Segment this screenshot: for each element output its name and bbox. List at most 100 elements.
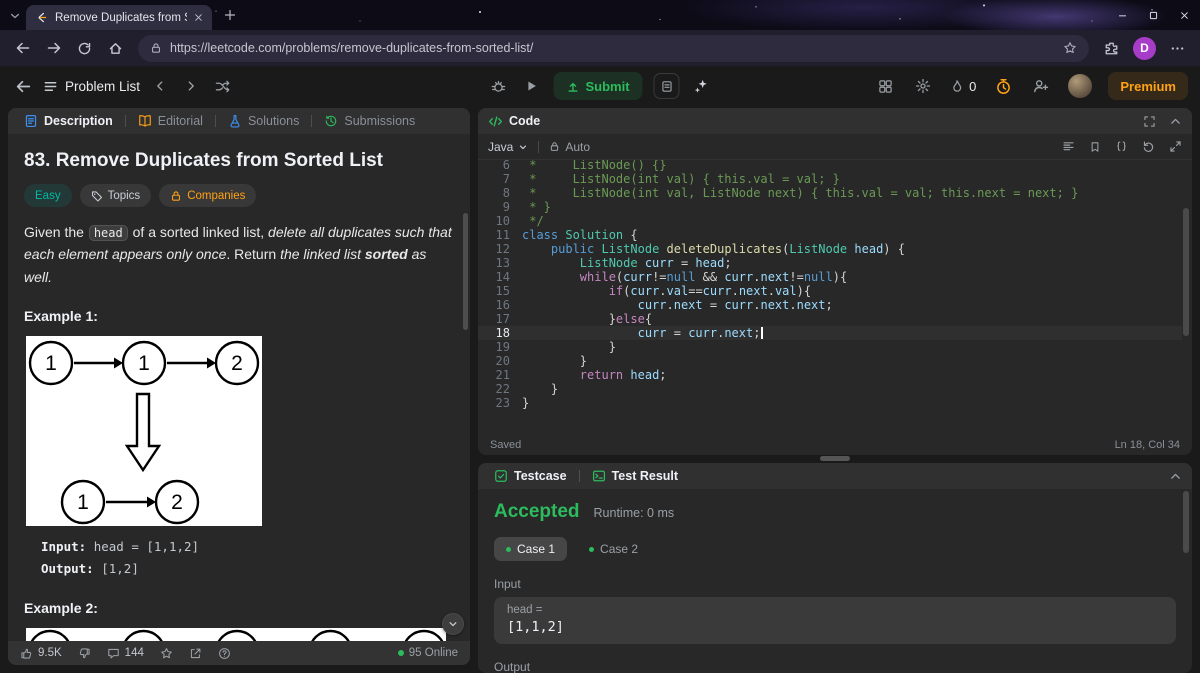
case-passed-dot — [506, 546, 511, 552]
notes-button[interactable] — [653, 73, 680, 99]
code-line-content: } — [522, 340, 616, 354]
auto-format-toggle[interactable]: Auto — [549, 140, 590, 154]
code-line-22[interactable]: 22 } — [478, 382, 1182, 396]
browser-home-button[interactable] — [101, 34, 130, 63]
topics-badge[interactable]: Topics — [79, 184, 152, 207]
browser-tab[interactable]: Remove Duplicates from Sorted — [26, 5, 212, 30]
tab-search-icon[interactable] — [9, 10, 21, 22]
code-line-23[interactable]: 23} — [478, 396, 1182, 410]
panel-resize-handle[interactable] — [820, 456, 850, 461]
run-icon[interactable] — [520, 75, 542, 97]
tab-close-icon[interactable] — [194, 13, 203, 22]
url-bar[interactable]: https://leetcode.com/problems/remove-dup… — [138, 34, 1089, 62]
window-close-button[interactable] — [1169, 0, 1200, 30]
timer-icon[interactable] — [992, 75, 1014, 97]
back-arrow-icon[interactable] — [12, 75, 34, 97]
maximize-editor-icon[interactable] — [1169, 140, 1182, 153]
divider — [538, 140, 540, 153]
code-line-13[interactable]: 13 ListNode curr = head; — [478, 256, 1182, 270]
window-minimize-button[interactable] — [1107, 0, 1138, 30]
browser-back-button[interactable] — [8, 34, 37, 63]
braces-icon[interactable] — [1115, 140, 1128, 153]
window-maximize-button[interactable] — [1138, 0, 1169, 30]
settings-gear-icon[interactable] — [912, 75, 934, 97]
lock-icon — [551, 142, 559, 151]
code-line-18[interactable]: 18 curr = curr.next; — [478, 326, 1182, 340]
favorite-page-icon[interactable] — [1063, 41, 1077, 55]
browser-forward-button[interactable] — [39, 34, 68, 63]
testcase-input-box[interactable]: head = [1,1,2] — [494, 597, 1176, 644]
tab-editorial[interactable]: Editorial — [132, 114, 209, 128]
star-icon — [161, 647, 172, 658]
premium-button[interactable]: Premium — [1108, 72, 1188, 100]
line-number: 17 — [495, 312, 510, 326]
code-line-content: if(curr.val==curr.next.val){ — [608, 284, 812, 298]
collapse-test-panel-icon[interactable] — [1169, 470, 1182, 483]
code-line-21[interactable]: 21 return head; — [478, 368, 1182, 382]
star-button[interactable] — [160, 647, 173, 660]
share-button[interactable] — [189, 647, 202, 660]
code-line-15[interactable]: 15 if(curr.val==curr.next.val){ — [478, 284, 1182, 298]
description-content[interactable]: 83. Remove Duplicates from Sorted List E… — [8, 134, 470, 641]
profile-initial: D — [1140, 41, 1149, 55]
comment-count: 144 — [124, 647, 144, 659]
problem-list-button[interactable]: Problem List — [43, 79, 140, 94]
format-code-icon[interactable] — [1062, 140, 1075, 153]
scroll-down-button[interactable] — [442, 613, 464, 635]
tab-description[interactable]: Description — [18, 114, 119, 128]
tab-test-result[interactable]: Test Result — [586, 469, 684, 483]
user-avatar[interactable] — [1068, 74, 1093, 98]
comments-button[interactable]: 144 — [107, 647, 144, 660]
code-line-9[interactable]: 9 * } — [478, 200, 1182, 214]
extensions-icon[interactable] — [1097, 34, 1126, 63]
browser-menu-icon[interactable] — [1163, 34, 1192, 63]
code-line-8[interactable]: 8 * ListNode(int val, ListNode next) { t… — [478, 186, 1182, 200]
line-number: 12 — [495, 242, 510, 256]
code-line-17[interactable]: 17 }else{ — [478, 312, 1182, 326]
code-line-11[interactable]: 11 class Solution { — [478, 228, 1182, 242]
case-2-tab[interactable]: Case 2 — [577, 537, 650, 561]
collapse-panel-icon[interactable] — [1169, 115, 1182, 128]
code-line-14[interactable]: 14 while(curr!=null && curr.next!=null){ — [478, 270, 1182, 284]
tab-submissions[interactable]: Submissions — [318, 114, 421, 128]
testcase-tab-label: Testcase — [514, 469, 567, 483]
language-selector[interactable]: Java — [488, 140, 528, 154]
companies-badge[interactable]: Companies — [159, 184, 257, 207]
new-tab-icon[interactable] — [224, 9, 236, 21]
code-line-10[interactable]: 10 */ — [478, 214, 1182, 228]
prev-problem-icon[interactable] — [149, 75, 171, 97]
like-button[interactable]: 9.5K — [20, 647, 62, 660]
next-problem-icon[interactable] — [180, 75, 202, 97]
code-line-19[interactable]: 19 } — [478, 340, 1182, 354]
case-1-tab[interactable]: Case 1 — [494, 537, 568, 561]
code-line-16[interactable]: 16 curr.next = curr.next.next; — [478, 298, 1182, 312]
editor-scrollbar[interactable] — [1183, 208, 1189, 336]
code-editor[interactable]: 6 * ListNode() {} 7 * ListNode(int val) {… — [478, 160, 1182, 434]
code-line-6[interactable]: 6 * ListNode() {} — [478, 160, 1182, 172]
layout-grid-icon[interactable] — [874, 75, 896, 97]
code-line-12[interactable]: 12 public ListNode deleteDuplicates(List… — [478, 242, 1182, 256]
streak-counter[interactable]: 0 — [950, 79, 976, 94]
code-line-20[interactable]: 20 } — [478, 354, 1182, 368]
tab-testcase[interactable]: Testcase — [488, 469, 573, 483]
dislike-button[interactable] — [78, 647, 91, 660]
bookmark-icon[interactable] — [1089, 141, 1101, 153]
help-button[interactable] — [218, 647, 231, 660]
browser-profile-avatar[interactable]: D — [1133, 36, 1156, 60]
code-line-7[interactable]: 7 * ListNode(int val) { this.val = val; … — [478, 172, 1182, 186]
tab-solutions[interactable]: Solutions — [222, 114, 305, 128]
cursor-position[interactable]: Ln 18, Col 34 — [1115, 439, 1180, 451]
test-scrollbar[interactable] — [1183, 491, 1189, 553]
difficulty-badge[interactable]: Easy — [24, 184, 72, 207]
debug-icon[interactable] — [487, 75, 509, 97]
reset-code-icon[interactable] — [1142, 140, 1155, 153]
ai-sparkle-icon[interactable] — [691, 75, 713, 97]
example1-output: Output: [1,2] — [41, 558, 452, 580]
description-scrollbar[interactable] — [463, 213, 468, 330]
fullscreen-icon[interactable] — [1143, 115, 1156, 128]
browser-refresh-button[interactable] — [70, 34, 99, 63]
submit-button[interactable]: Submit — [553, 72, 643, 100]
invite-user-icon[interactable] — [1030, 75, 1052, 97]
browser-address-bar: https://leetcode.com/problems/remove-dup… — [0, 30, 1200, 66]
shuffle-icon[interactable] — [211, 75, 233, 97]
